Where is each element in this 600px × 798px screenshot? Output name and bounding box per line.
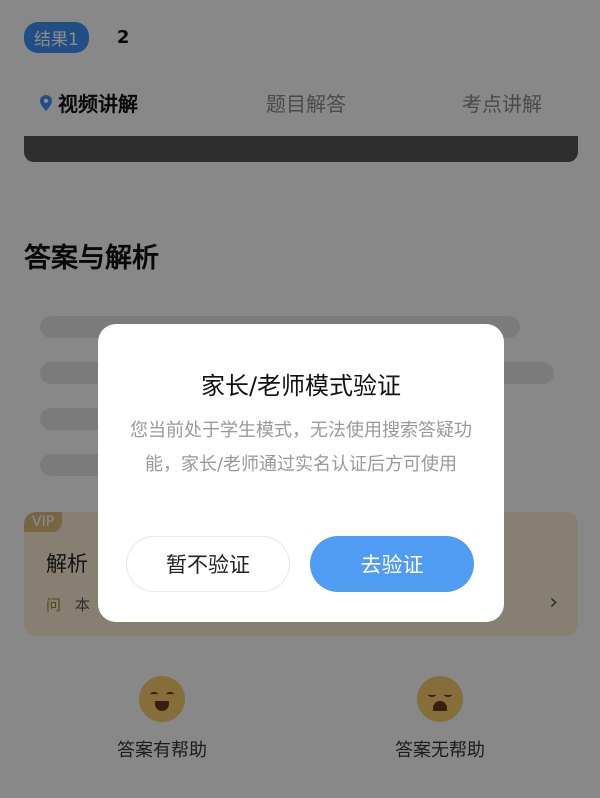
- skip-verification-button[interactable]: 暂不验证: [126, 536, 290, 592]
- go-verify-button[interactable]: 去验证: [310, 536, 474, 592]
- dialog-message: 您当前处于学生模式，无法使用搜索答疑功能，家长/老师通过实名认证后方可使用: [130, 420, 472, 475]
- dialog-title: 家长/老师模式验证: [200, 372, 402, 400]
- verification-dialog: 家长/老师模式验证 您当前处于学生模式，无法使用搜索答疑功能，家长/老师通过实名…: [98, 324, 504, 622]
